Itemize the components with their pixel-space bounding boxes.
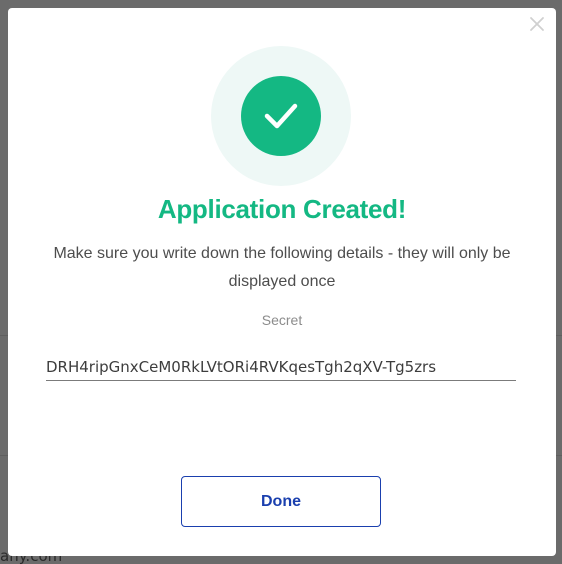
success-badge xyxy=(241,76,321,156)
secret-field[interactable] xyxy=(46,354,516,381)
close-icon xyxy=(530,17,544,31)
secret-label: Secret xyxy=(261,312,303,328)
success-halo xyxy=(211,46,351,186)
application-created-dialog: Application Created! Make sure you write… xyxy=(8,8,556,556)
done-button[interactable]: Done xyxy=(181,476,381,527)
dialog-message: Make sure you write down the following d… xyxy=(53,245,511,290)
close-button[interactable] xyxy=(529,16,545,32)
dialog-title: Application Created! xyxy=(157,194,407,224)
checkmark-icon xyxy=(264,103,298,129)
